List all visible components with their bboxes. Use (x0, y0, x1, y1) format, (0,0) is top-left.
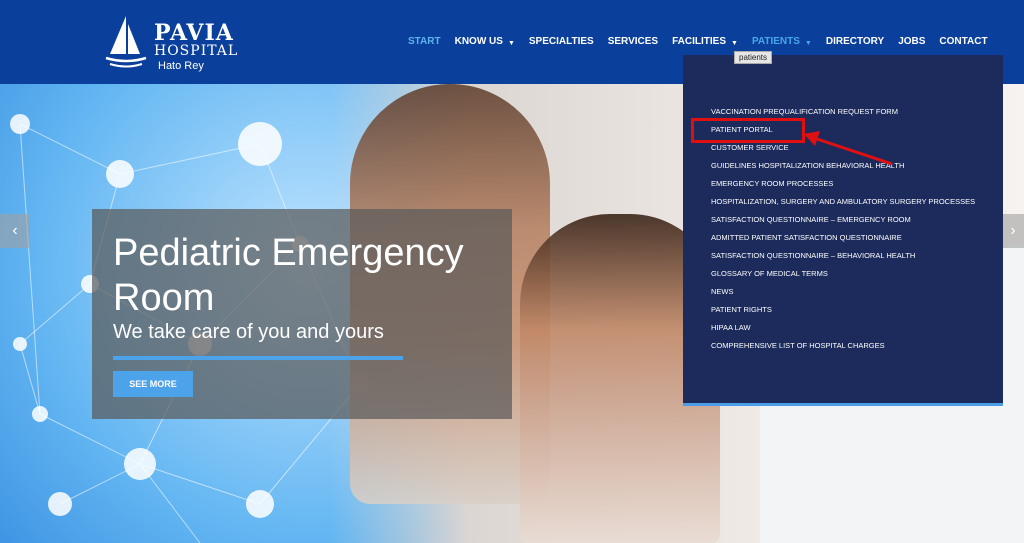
nav-jobs[interactable]: JOBS (898, 36, 925, 47)
nav-patients[interactable]: PATIENTS ▼ (752, 36, 812, 47)
hero-title: Pediatric Emergency Room (113, 232, 464, 319)
hero-divider (113, 356, 403, 360)
menu-item-questionnaire-behavioral[interactable]: SATISFACTION QUESTIONNAIRE – BEHAVIORAL … (711, 250, 975, 268)
nav-directory[interactable]: DIRECTORY (826, 36, 884, 47)
hero-caption: Pediatric Emergency Room We take care of… (92, 209, 512, 419)
menu-item-patient-rights[interactable]: PATIENT RIGHTS (711, 304, 975, 322)
annotation-highlight-box (691, 118, 805, 143)
nav-contact[interactable]: CONTACT (939, 36, 987, 47)
brand-location: Hato Rey (158, 60, 204, 72)
nav-services[interactable]: SERVICES (608, 36, 658, 47)
main-nav: START KNOW US ▼ SPECIALTIES SERVICES FACI… (408, 36, 1002, 47)
nav-tooltip: patients (734, 51, 773, 64)
menu-item-hipaa[interactable]: HIPAA LAW (711, 322, 975, 340)
nav-know-us[interactable]: KNOW US ▼ (455, 36, 515, 47)
caret-down-icon: ▼ (507, 40, 515, 47)
see-more-button[interactable]: SEE MORE (113, 371, 193, 397)
menu-item-news[interactable]: NEWS (711, 286, 975, 304)
menu-item-hospitalization-processes[interactable]: HOSPITALIZATION, SURGERY AND AMBULATORY … (711, 196, 975, 214)
chevron-left-icon: ‹ (12, 222, 18, 239)
patients-dropdown-menu: VACCINATION PREQUALIFICATION REQUEST FOR… (683, 55, 1003, 406)
caret-down-icon: ▼ (804, 40, 812, 47)
sailboat-icon (105, 16, 147, 68)
caret-down-icon: ▼ (731, 40, 738, 47)
hero-subtitle: We take care of you and yours (113, 321, 384, 343)
menu-item-glossary[interactable]: GLOSSARY OF MEDICAL TERMS (711, 268, 975, 286)
nav-facilities[interactable]: FACILITIES ▼ (672, 36, 738, 47)
chevron-right-icon: › (1010, 222, 1016, 239)
menu-item-hospital-charges[interactable]: COMPREHENSIVE LIST OF HOSPITAL CHARGES (711, 340, 975, 358)
nav-specialties[interactable]: SPECIALTIES (529, 36, 594, 47)
annotation-arrow-icon (804, 131, 893, 166)
brand-subname: HOSPITAL (154, 43, 239, 59)
menu-item-questionnaire-er[interactable]: SATISFACTION QUESTIONNAIRE – EMERGENCY R… (711, 214, 975, 232)
hospital-logo[interactable]: PAVIA HOSPITAL Hato Rey (104, 14, 237, 72)
slider-next-button[interactable]: › (1002, 214, 1024, 248)
menu-item-admitted-questionnaire[interactable]: ADMITTED PATIENT SATISFACTION QUESTIONNA… (711, 232, 975, 250)
slider-prev-button[interactable]: ‹ (0, 214, 30, 248)
menu-item-er-processes[interactable]: EMERGENCY ROOM PROCESSES (711, 178, 975, 196)
nav-start[interactable]: START (408, 36, 441, 47)
